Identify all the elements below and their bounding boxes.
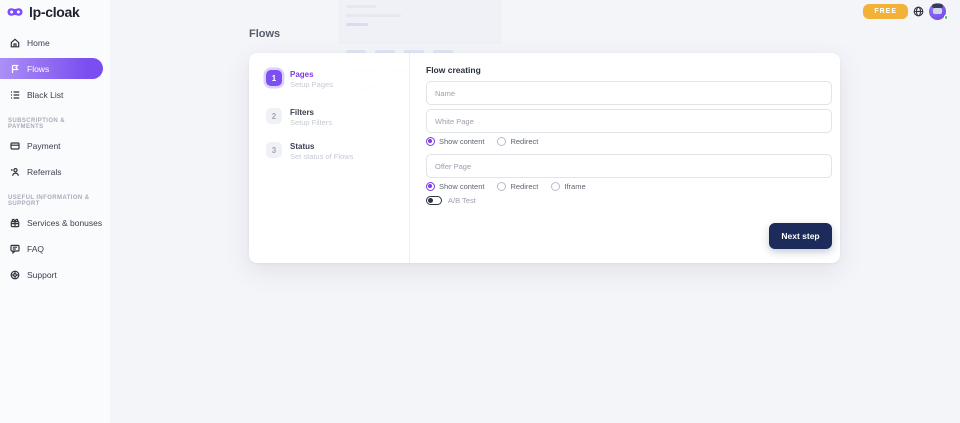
plan-badge-button[interactable]: FREE [863, 4, 908, 19]
radio-unselected-icon [497, 182, 506, 191]
sidebar-section-header: USEFUL INFORMATION & SUPPORT [8, 195, 106, 207]
page-title: Flows [249, 28, 280, 40]
step-filters[interactable]: 2 Filters Setup Filters [266, 108, 332, 128]
step-status[interactable]: 3 Status Set status of Flows [266, 142, 353, 162]
step-number-badge: 3 [266, 142, 282, 158]
referrals-people-icon [9, 167, 20, 178]
gift-icon [9, 218, 20, 229]
brand-name: lp-cloak [29, 4, 80, 20]
flows-icon [9, 63, 20, 74]
sidebar-item-label: Flows [27, 64, 49, 74]
sidebar: lp-cloak Home Flows Black List SUBSCRIPT… [0, 0, 110, 423]
avatar-graphic [933, 8, 942, 14]
home-icon [9, 38, 20, 49]
avatar-graphic [932, 4, 943, 8]
step-sublabel: Setup Filters [290, 118, 332, 128]
background-table-header [338, 0, 502, 44]
step-number-badge: 1 [266, 70, 282, 86]
radio-unselected-icon [497, 137, 506, 146]
radio-unselected-icon [551, 182, 560, 191]
step-label: Pages [290, 70, 333, 80]
offer-page-input[interactable] [426, 154, 832, 178]
topbar: FREE [863, 0, 960, 22]
name-input[interactable] [426, 81, 832, 105]
sidebar-item-label: Referrals [27, 167, 61, 177]
online-status-dot [944, 15, 949, 20]
radio-selected-icon [426, 137, 435, 146]
sidebar-item-label: FAQ [27, 244, 44, 254]
sidebar-item-faq[interactable]: FAQ [0, 239, 110, 259]
sidebar-item-label: Home [27, 38, 50, 48]
step-pages[interactable]: 1 Pages Setup Pages [266, 70, 333, 90]
radio-selected-icon [426, 182, 435, 191]
sidebar-item-label: Payment [27, 141, 61, 151]
sidebar-item-black-list[interactable]: Black List [0, 85, 110, 105]
sidebar-item-flows[interactable]: Flows [0, 58, 103, 79]
ab-test-toggle[interactable] [426, 196, 442, 205]
step-label: Status [290, 142, 353, 152]
lifebuoy-icon [9, 270, 20, 281]
brand-logo: lp-cloak [0, 0, 110, 20]
next-step-button[interactable]: Next step [769, 223, 832, 249]
mask-logo-icon [6, 6, 24, 18]
step-label: Filters [290, 108, 332, 118]
chat-icon [9, 244, 20, 255]
radio-show-content[interactable]: Show content [426, 182, 484, 191]
radio-redirect[interactable]: Redirect [497, 182, 538, 191]
step-sublabel: Setup Pages [290, 80, 333, 90]
sidebar-item-label: Services & bonuses [27, 218, 102, 228]
sidebar-item-home[interactable]: Home [0, 33, 110, 53]
sidebar-item-label: Support [27, 270, 57, 280]
sidebar-item-services[interactable]: Services & bonuses [0, 213, 110, 233]
sidebar-item-support[interactable]: Support [0, 265, 110, 285]
flow-creating-modal: 1 Pages Setup Pages 2 Filters Setup Filt… [249, 53, 840, 263]
step-sublabel: Set status of Flows [290, 152, 353, 162]
sidebar-section-header: SUBSCRIPTION & PAYMENTS [8, 118, 106, 130]
radio-iframe[interactable]: Iframe [551, 182, 585, 191]
offer-page-mode-radios: Show content Redirect Iframe [426, 182, 586, 191]
app-root: lp-cloak Home Flows Black List SUBSCRIPT… [0, 0, 960, 423]
sidebar-item-referrals[interactable]: Referrals [0, 162, 110, 182]
list-icon [9, 90, 20, 101]
ab-test-label: A/B Test [448, 196, 476, 205]
white-page-input[interactable] [426, 109, 832, 133]
sidebar-item-payment[interactable]: Payment [0, 136, 110, 156]
radio-redirect[interactable]: Redirect [497, 137, 538, 146]
ab-test-toggle-row: A/B Test [426, 196, 476, 205]
white-page-mode-radios: Show content Redirect [426, 137, 538, 146]
language-globe-icon[interactable] [913, 6, 924, 17]
step-number-badge: 2 [266, 108, 282, 124]
credit-card-icon [9, 141, 20, 152]
radio-show-content[interactable]: Show content [426, 137, 484, 146]
modal-title: Flow creating [426, 65, 481, 75]
sidebar-item-label: Black List [27, 90, 63, 100]
modal-divider [409, 53, 410, 263]
